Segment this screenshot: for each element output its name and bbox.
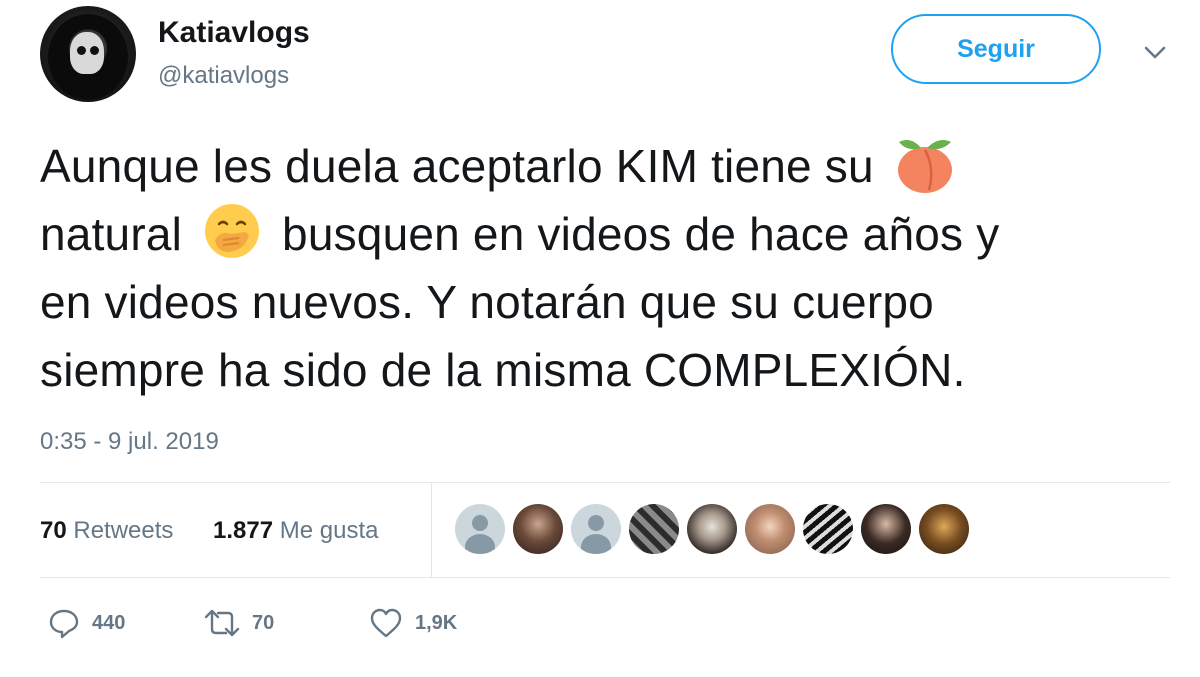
retweet-icon xyxy=(204,609,240,637)
retweet-count: 70 xyxy=(252,611,275,634)
follow-button[interactable]: Seguir xyxy=(891,14,1101,84)
avatar[interactable] xyxy=(40,6,136,102)
timestamp[interactable]: 0:35 - 9 jul. 2019 xyxy=(40,428,219,456)
liker-avatar[interactable] xyxy=(745,504,795,554)
hand-over-mouth-emoji xyxy=(205,204,260,258)
user-handle[interactable]: @katiavlogs xyxy=(158,62,289,90)
reply-action[interactable]: 440 xyxy=(48,607,125,639)
divider xyxy=(40,577,1170,578)
peach-emoji xyxy=(897,140,952,193)
liker-avatar[interactable] xyxy=(513,504,563,554)
retweets-count: 70 xyxy=(40,517,67,544)
divider xyxy=(431,482,432,577)
tweet-text-line: Aunque les duela aceptarlo KIM tiene su xyxy=(40,140,874,192)
tweet-text-line: siempre ha sido de la misma COMPLEXIÓN. xyxy=(40,344,966,396)
divider xyxy=(40,482,1170,483)
liker-avatars xyxy=(455,504,977,554)
liker-avatar[interactable] xyxy=(571,504,621,554)
tweet-text-line: busquen en videos de hace años y xyxy=(282,208,1000,260)
retweets-label: Retweets xyxy=(73,517,174,544)
liker-avatar[interactable] xyxy=(861,504,911,554)
reply-count: 440 xyxy=(92,611,126,634)
retweet-action[interactable]: 70 xyxy=(204,607,274,639)
retweets-stat[interactable]: 70 Retweets xyxy=(40,517,173,545)
liker-avatar[interactable] xyxy=(629,504,679,554)
liker-avatar[interactable] xyxy=(687,504,737,554)
reply-icon xyxy=(49,609,79,639)
like-count: 1,9K xyxy=(415,611,458,634)
likes-count: 1.877 xyxy=(213,517,274,544)
liker-avatar[interactable] xyxy=(919,504,969,554)
like-action[interactable]: 1,9K xyxy=(369,607,457,639)
display-name[interactable]: Katiavlogs xyxy=(158,16,310,50)
tweet-text: Aunque les duela aceptarlo KIM tiene su … xyxy=(40,132,1180,404)
liker-avatar[interactable] xyxy=(803,504,853,554)
likes-stat[interactable]: 1.877 Me gusta xyxy=(213,517,378,545)
tweet-text-line: natural xyxy=(40,208,183,260)
heart-icon xyxy=(370,608,402,638)
liker-avatar[interactable] xyxy=(455,504,505,554)
tweet-text-line: en videos nuevos. Y notarán que su cuerp… xyxy=(40,276,934,328)
chevron-down-icon[interactable] xyxy=(1140,40,1170,64)
likes-label: Me gusta xyxy=(279,517,379,544)
